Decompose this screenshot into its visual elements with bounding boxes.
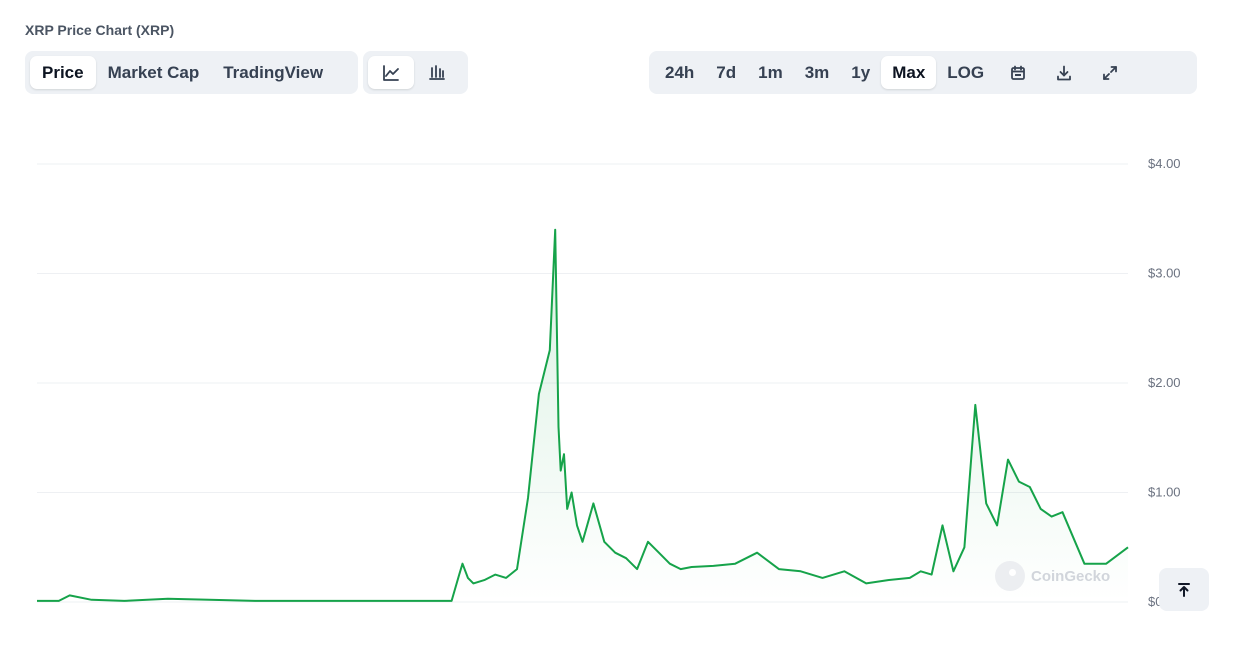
y-axis-labels: $4.00$3.00$2.00$1.00$0 <box>1148 156 1181 609</box>
coingecko-logo-icon <box>995 561 1025 591</box>
y-tick-label: $3.00 <box>1148 266 1181 281</box>
scroll-to-top-button[interactable] <box>1159 568 1209 611</box>
y-tick-label: $4.00 <box>1148 156 1181 171</box>
y-tick-label: $1.00 <box>1148 485 1181 500</box>
price-chart[interactable]: $4.00$3.00$2.00$1.00$0 <box>0 0 1246 654</box>
coingecko-watermark: CoinGecko <box>995 561 1110 591</box>
y-tick-label: $2.00 <box>1148 375 1181 390</box>
arrow-up-to-line-icon <box>1178 582 1190 597</box>
watermark-text: CoinGecko <box>1031 567 1111 585</box>
